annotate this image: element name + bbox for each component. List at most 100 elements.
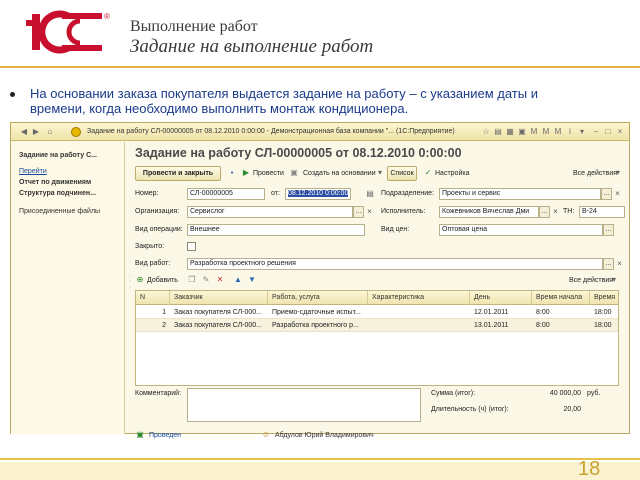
clear-icon[interactable]: × bbox=[551, 206, 560, 218]
executor-field[interactable]: Кожевников Вячеслав Дми bbox=[439, 206, 539, 218]
organization-field[interactable]: Сервислог bbox=[187, 206, 353, 218]
works-table: N Заказчик Работа, услуга Характеристика… bbox=[135, 290, 619, 386]
table-row[interactable]: 1 Заказ покупателя СЛ-000... Приемо-сдат… bbox=[136, 306, 618, 319]
tn-field[interactable]: В-24 bbox=[579, 206, 625, 218]
add-row-button[interactable]: Добавить bbox=[147, 277, 178, 284]
delete-icon[interactable]: ✕ bbox=[215, 275, 225, 285]
date-field[interactable]: 08.12.2010 0:00:00 bbox=[285, 188, 351, 200]
back-icon[interactable]: ◀ bbox=[19, 127, 29, 137]
closed-checkbox[interactable] bbox=[187, 242, 196, 251]
window-titlebar: Задание на работу СЛ-00000005 от 08.12.2… bbox=[11, 123, 629, 141]
app-window: Задание на работу СЛ-00000005 от 08.12.2… bbox=[10, 122, 630, 439]
cell-characteristic bbox=[368, 319, 470, 332]
executor-label: Исполнитель: bbox=[381, 208, 426, 215]
info-icon[interactable]: i bbox=[565, 127, 575, 137]
price-type-select-button[interactable]: ... bbox=[603, 224, 614, 236]
column-header-customer[interactable]: Заказчик bbox=[170, 291, 268, 305]
page-number: 18 bbox=[578, 458, 601, 480]
presentation-slide: ® Выполнение работ Задание на выполнение… bbox=[0, 0, 640, 480]
posted-icon: ▣ bbox=[136, 430, 144, 439]
memory-icon[interactable]: M bbox=[529, 127, 539, 137]
edit-icon[interactable]: ✎ bbox=[201, 275, 211, 285]
maximize-icon[interactable]: □ bbox=[603, 127, 613, 137]
footer-decoration bbox=[0, 458, 640, 480]
column-header-day[interactable]: День bbox=[470, 291, 532, 305]
operation-type-field[interactable]: Внешнее bbox=[187, 224, 365, 236]
calendar-icon[interactable]: ▣ bbox=[517, 127, 527, 137]
work-type-field[interactable]: Разработка проектного решения bbox=[187, 258, 603, 270]
calculator-icon[interactable]: ▦ bbox=[505, 127, 515, 137]
cell-n: 2 bbox=[162, 322, 166, 329]
home-icon[interactable]: ⌂ bbox=[45, 127, 55, 137]
author-name: Абдулов Юрий Владимирович bbox=[275, 432, 374, 439]
duration-value: 20,00 bbox=[563, 406, 581, 413]
tn-label: ТН: bbox=[563, 208, 575, 215]
post-and-close-button[interactable]: Провести и закрыть bbox=[135, 166, 221, 181]
sidebar-header: Задание на работу С... bbox=[19, 152, 97, 159]
memory-plus-icon[interactable]: M bbox=[541, 127, 551, 137]
sidebar-item-attached-files[interactable]: Присоединенные файлы bbox=[19, 208, 100, 215]
bullet-icon bbox=[10, 92, 15, 97]
forward-icon[interactable]: ▶ bbox=[31, 127, 41, 137]
division-field[interactable]: Проекты и сервис bbox=[439, 188, 601, 200]
sidebar-goto[interactable]: Перейти bbox=[19, 168, 47, 175]
list-button[interactable]: Список bbox=[387, 166, 417, 181]
menu-icon[interactable]: ▾ bbox=[577, 127, 587, 137]
form-title: Задание на работу СЛ-00000005 от 08.12.2… bbox=[135, 146, 462, 160]
table-all-actions-menu[interactable]: Все действия bbox=[569, 277, 613, 284]
column-header-n[interactable]: N bbox=[136, 291, 170, 305]
table-row[interactable]: 2 Заказ покупателя СЛ-000... Разработка … bbox=[136, 319, 618, 332]
post-icon[interactable]: ▶ bbox=[241, 168, 251, 178]
sum-value: 40 000,00 bbox=[549, 390, 581, 397]
create-based-on-button[interactable]: Создать на основании bbox=[303, 170, 376, 177]
document-form: Задание на работу СЛ-00000005 от 08.12.2… bbox=[129, 142, 629, 439]
clear-icon[interactable]: × bbox=[613, 188, 622, 200]
clear-icon[interactable]: × bbox=[365, 206, 374, 218]
number-field[interactable]: СЛ-00000005 bbox=[187, 188, 265, 200]
settings-button[interactable]: Настройка bbox=[435, 170, 469, 177]
app-icon bbox=[71, 127, 81, 137]
cell-customer: Заказ покупателя СЛ-000... bbox=[174, 309, 263, 316]
copy-icon[interactable]: ❐ bbox=[187, 275, 197, 285]
cell-n: 1 bbox=[162, 309, 166, 316]
cell-work: Приемо-сдаточные испыт... bbox=[272, 309, 361, 316]
work-type-select-button[interactable]: ... bbox=[603, 258, 614, 270]
memory-minus-icon[interactable]: M bbox=[553, 127, 563, 137]
chevron-down-icon[interactable]: ▾ bbox=[613, 168, 623, 178]
price-type-field[interactable]: Оптовая цена bbox=[439, 224, 603, 236]
move-up-icon[interactable]: ▲ bbox=[233, 275, 243, 285]
history-icon[interactable]: ▤ bbox=[493, 127, 503, 137]
sidebar-item-movements-report[interactable]: Отчет по движениям bbox=[19, 179, 91, 186]
unpost-icon[interactable]: ▣ bbox=[289, 168, 299, 178]
header-divider bbox=[0, 66, 640, 68]
column-header-characteristic[interactable]: Характеристика bbox=[368, 291, 470, 305]
executor-select-button[interactable]: ... bbox=[539, 206, 550, 218]
column-header-start-time[interactable]: Время начала bbox=[532, 291, 590, 305]
sidebar-item-subordination-structure[interactable]: Структура подчинен... bbox=[19, 190, 96, 197]
add-icon[interactable]: ⊕ bbox=[135, 275, 145, 285]
move-down-icon[interactable]: ▼ bbox=[247, 275, 257, 285]
comment-textarea[interactable] bbox=[187, 388, 421, 422]
comment-label: Комментарий: bbox=[135, 390, 182, 397]
save-icon[interactable]: ▪ bbox=[227, 168, 237, 178]
window-title: Задание на работу СЛ-00000005 от 08.12.2… bbox=[87, 128, 455, 135]
clear-icon[interactable]: × bbox=[615, 258, 624, 270]
price-type-label: Вид цен: bbox=[381, 226, 410, 233]
all-actions-menu[interactable]: Все действия bbox=[573, 170, 617, 177]
close-icon[interactable]: × bbox=[615, 127, 625, 137]
date-label: от: bbox=[271, 190, 280, 197]
organization-label: Организация: bbox=[135, 208, 180, 215]
column-header-work[interactable]: Работа, услуга bbox=[268, 291, 368, 305]
favorites-icon[interactable]: ☆ bbox=[481, 127, 491, 137]
division-select-button[interactable]: ... bbox=[601, 188, 612, 200]
division-label: Подразделение: bbox=[381, 190, 434, 197]
column-header-time[interactable]: Время bbox=[590, 291, 618, 305]
minimize-icon[interactable]: – bbox=[591, 127, 601, 137]
settings-icon[interactable]: ✓ bbox=[423, 168, 433, 178]
organization-select-button[interactable]: ... bbox=[353, 206, 364, 218]
post-button[interactable]: Провести bbox=[253, 170, 284, 177]
cell-day: 13.01.2011 bbox=[474, 322, 509, 329]
chevron-down-icon[interactable]: ▾ bbox=[609, 275, 619, 285]
calendar-icon[interactable]: ▤ bbox=[365, 189, 375, 199]
chevron-down-icon[interactable]: ▾ bbox=[375, 168, 385, 178]
